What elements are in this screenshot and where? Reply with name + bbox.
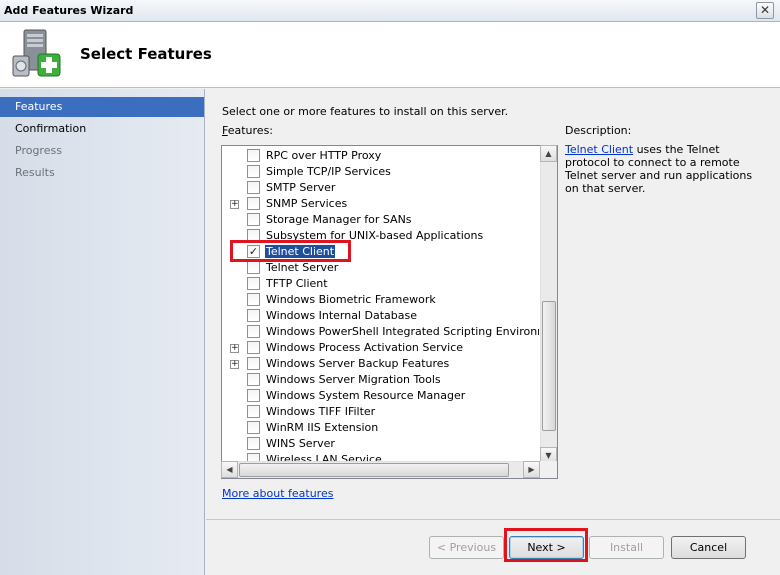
server-add-icon	[12, 29, 61, 77]
feature-checkbox[interactable]	[247, 165, 260, 178]
telnet-client-link[interactable]: Telnet Client	[565, 143, 633, 156]
description-text: Telnet Client uses the Telnet protocol t…	[565, 143, 753, 195]
feature-item[interactable]: Subsystem for UNIX-based Applications	[222, 228, 539, 244]
wizard-footer: < Previous Next > Install Cancel	[206, 519, 780, 575]
feature-checkbox[interactable]	[247, 373, 260, 386]
feature-item[interactable]: Windows PowerShell Integrated Scripting …	[222, 324, 539, 340]
feature-item[interactable]: + Windows Process Activation Service	[222, 340, 539, 356]
install-button: Install	[589, 536, 664, 559]
feature-checkbox[interactable]	[247, 293, 260, 306]
sidebar-step-confirmation[interactable]: Confirmation	[0, 119, 204, 139]
more-about-features-link[interactable]: More about features	[222, 487, 333, 500]
feature-label: Windows System Resource Manager	[266, 389, 466, 402]
features-rows: RPC over HTTP Proxy Simple TCP/IP Service…	[222, 146, 539, 463]
feature-checkbox[interactable]	[247, 325, 260, 338]
scroll-right-icon[interactable]: ▶	[523, 461, 540, 478]
features-label: Features:	[222, 124, 274, 137]
feature-label: Telnet Client	[265, 245, 336, 258]
feature-label: Telnet Server	[266, 261, 339, 274]
wizard-header: Select Features	[0, 22, 780, 88]
wizard-steps-sidebar: Features Confirmation Progress Results	[0, 89, 205, 575]
feature-label: Windows TIFF IFilter	[266, 405, 376, 418]
page-title: Select Features	[80, 45, 212, 63]
next-button[interactable]: Next >	[509, 536, 584, 559]
feature-label: SMTP Server	[266, 181, 336, 194]
scroll-up-icon[interactable]: ▲	[540, 145, 557, 162]
sidebar-step-progress: Progress	[15, 144, 62, 157]
instruction-text: Select one or more features to install o…	[222, 105, 509, 118]
feature-item[interactable]: RPC over HTTP Proxy	[222, 148, 539, 164]
feature-item[interactable]: WinRM IIS Extension	[222, 420, 539, 436]
feature-item[interactable]: ✓ Telnet Client	[222, 244, 539, 260]
feature-label: Windows Internal Database	[266, 309, 417, 322]
cancel-button[interactable]: Cancel	[671, 536, 746, 559]
feature-label: Storage Manager for SANs	[266, 213, 412, 226]
vertical-scroll-thumb[interactable]	[542, 301, 556, 431]
horizontal-scrollbar[interactable]: ◀ ▶	[221, 461, 540, 478]
scroll-corner	[540, 461, 557, 478]
feature-checkbox[interactable]	[247, 277, 260, 290]
sidebar-step-features[interactable]: Features	[0, 97, 204, 117]
close-icon[interactable]: ✕	[756, 2, 774, 19]
feature-label: RPC over HTTP Proxy	[266, 149, 382, 162]
features-tree-list[interactable]: RPC over HTTP Proxy Simple TCP/IP Service…	[221, 145, 558, 479]
feature-checkbox[interactable]	[247, 213, 260, 226]
feature-label: Simple TCP/IP Services	[266, 165, 391, 178]
feature-item[interactable]: Windows TIFF IFilter	[222, 404, 539, 420]
feature-checkbox[interactable]	[247, 389, 260, 402]
feature-checkbox[interactable]	[247, 437, 260, 450]
feature-label: SNMP Services	[266, 197, 348, 210]
feature-label: Windows PowerShell Integrated Scripting …	[266, 325, 539, 338]
feature-checkbox[interactable]	[247, 229, 260, 242]
feature-checkbox[interactable]	[247, 149, 260, 162]
feature-label: WinRM IIS Extension	[266, 421, 379, 434]
feature-item[interactable]: TFTP Client	[222, 276, 539, 292]
feature-checkbox[interactable]	[247, 341, 260, 354]
feature-label: Subsystem for UNIX-based Applications	[266, 229, 484, 242]
feature-item[interactable]: + Windows Server Backup Features	[222, 356, 539, 372]
feature-label: Windows Server Migration Tools	[266, 373, 441, 386]
description-label: Description:	[565, 124, 632, 137]
horizontal-scroll-thumb[interactable]	[239, 463, 509, 477]
feature-item[interactable]: Windows Internal Database	[222, 308, 539, 324]
feature-checkbox[interactable]	[247, 181, 260, 194]
feature-item[interactable]: Storage Manager for SANs	[222, 212, 539, 228]
feature-checkbox[interactable]	[247, 405, 260, 418]
feature-item[interactable]: WINS Server	[222, 436, 539, 452]
feature-checkbox[interactable]	[247, 357, 260, 370]
feature-checkbox[interactable]: ✓	[247, 245, 260, 258]
expand-icon[interactable]: +	[230, 200, 239, 209]
feature-checkbox[interactable]	[247, 421, 260, 434]
sidebar-step-results: Results	[15, 166, 55, 179]
feature-item[interactable]: Telnet Server	[222, 260, 539, 276]
feature-checkbox[interactable]	[247, 309, 260, 322]
description-panel: Description: Telnet Client uses the Teln…	[565, 124, 765, 195]
window-title: Add Features Wizard	[4, 4, 134, 17]
feature-item[interactable]: Windows Biometric Framework	[222, 292, 539, 308]
feature-checkbox[interactable]	[247, 197, 260, 210]
feature-label: Windows Server Backup Features	[266, 357, 450, 370]
expand-icon[interactable]: +	[230, 344, 239, 353]
feature-checkbox[interactable]	[247, 261, 260, 274]
main-content: Select one or more features to install o…	[206, 89, 780, 519]
feature-item[interactable]: Windows System Resource Manager	[222, 388, 539, 404]
feature-item[interactable]: SMTP Server	[222, 180, 539, 196]
feature-item[interactable]: Windows Server Migration Tools	[222, 372, 539, 388]
feature-item[interactable]: + SNMP Services	[222, 196, 539, 212]
feature-label: TFTP Client	[266, 277, 328, 290]
feature-label: WINS Server	[266, 437, 335, 450]
feature-label: Windows Process Activation Service	[266, 341, 464, 354]
vertical-scrollbar[interactable]: ▲ ▼	[540, 145, 557, 464]
feature-item[interactable]: Simple TCP/IP Services	[222, 164, 539, 180]
expand-icon[interactable]: +	[230, 360, 239, 369]
title-bar: Add Features Wizard ✕	[0, 0, 780, 22]
previous-button: < Previous	[429, 536, 504, 559]
scroll-left-icon[interactable]: ◀	[221, 461, 238, 478]
feature-label: Windows Biometric Framework	[266, 293, 436, 306]
